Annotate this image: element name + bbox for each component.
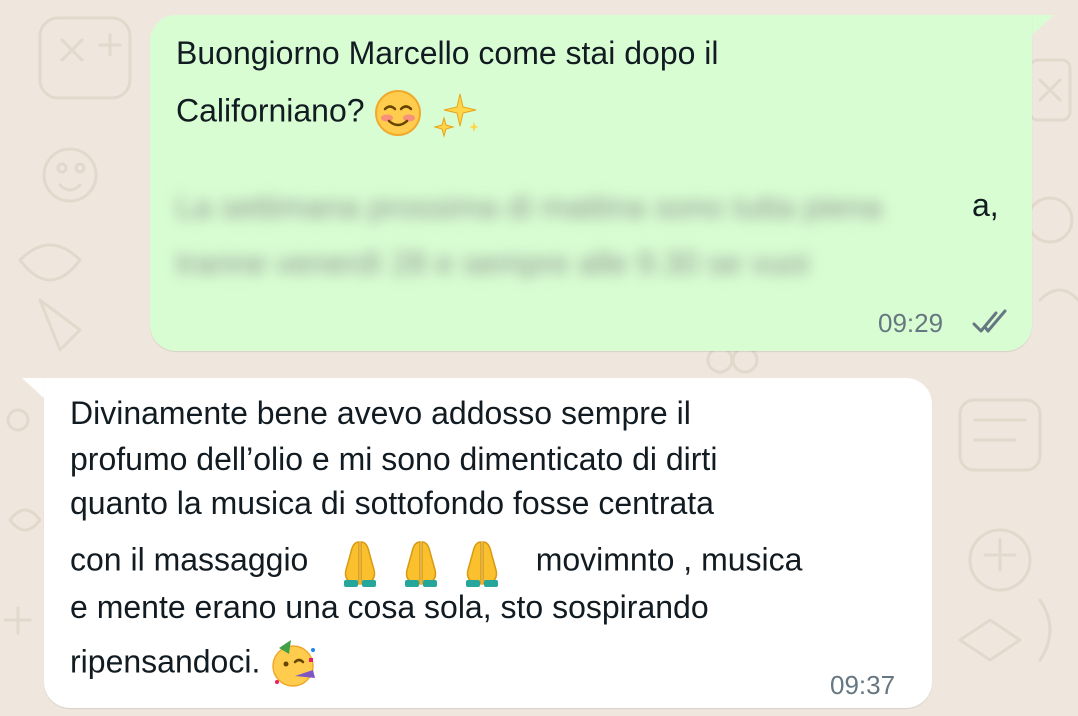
- incoming-message-time: 09:37: [830, 670, 896, 700]
- outgoing-message-text: Californiano?: [176, 92, 365, 129]
- outgoing-message-line-1: Buongiorno Marcello come stai dopo il: [176, 35, 719, 71]
- incoming-message-text-last: ripensandoci.: [70, 643, 261, 680]
- incoming-message-line-5: e mente erano una cosa sola, sto sospira…: [70, 589, 709, 625]
- outgoing-blurred-line-1: La settimana prossima di mattina sono tu…: [176, 189, 883, 225]
- folded-hands-emoji-icon: [344, 541, 377, 587]
- outgoing-blurred-line-2: tranne venerdì 28 e sempre alle 9.30 se …: [176, 245, 810, 281]
- incoming-message-line-3: quanto la musica di sottofondo fosse cen…: [70, 485, 714, 521]
- double-check-icon: [972, 309, 1007, 333]
- outgoing-visible-line-end: a,: [972, 187, 999, 223]
- sparkles-emoji-icon: [433, 93, 480, 138]
- incoming-message-line-1: Divinamente bene avevo addosso sempre il: [70, 395, 691, 431]
- folded-hands-emoji-icon: [465, 541, 498, 587]
- outgoing-message-time: 09:29: [878, 308, 944, 338]
- incoming-message-line-4: con il massaggio movimnto , musica: [70, 536, 802, 588]
- folded-hands-emoji-icon: [405, 541, 438, 587]
- outgoing-message-line-2: Californiano?: [176, 88, 482, 138]
- smiling-face-with-blush-emoji-icon: [375, 90, 422, 136]
- incoming-message-text-after-emoji: movimnto , musica: [535, 541, 803, 578]
- incoming-message-text: con il massaggio: [70, 541, 309, 578]
- incoming-bubble-tail: [22, 378, 46, 400]
- incoming-message-line-6: ripensandoci.: [70, 638, 321, 690]
- partying-face-emoji-icon: [272, 640, 316, 687]
- outgoing-bubble-tail: [1030, 15, 1054, 37]
- incoming-message-line-2: profumo dell’olio e mi sono dimenticato …: [70, 441, 718, 477]
